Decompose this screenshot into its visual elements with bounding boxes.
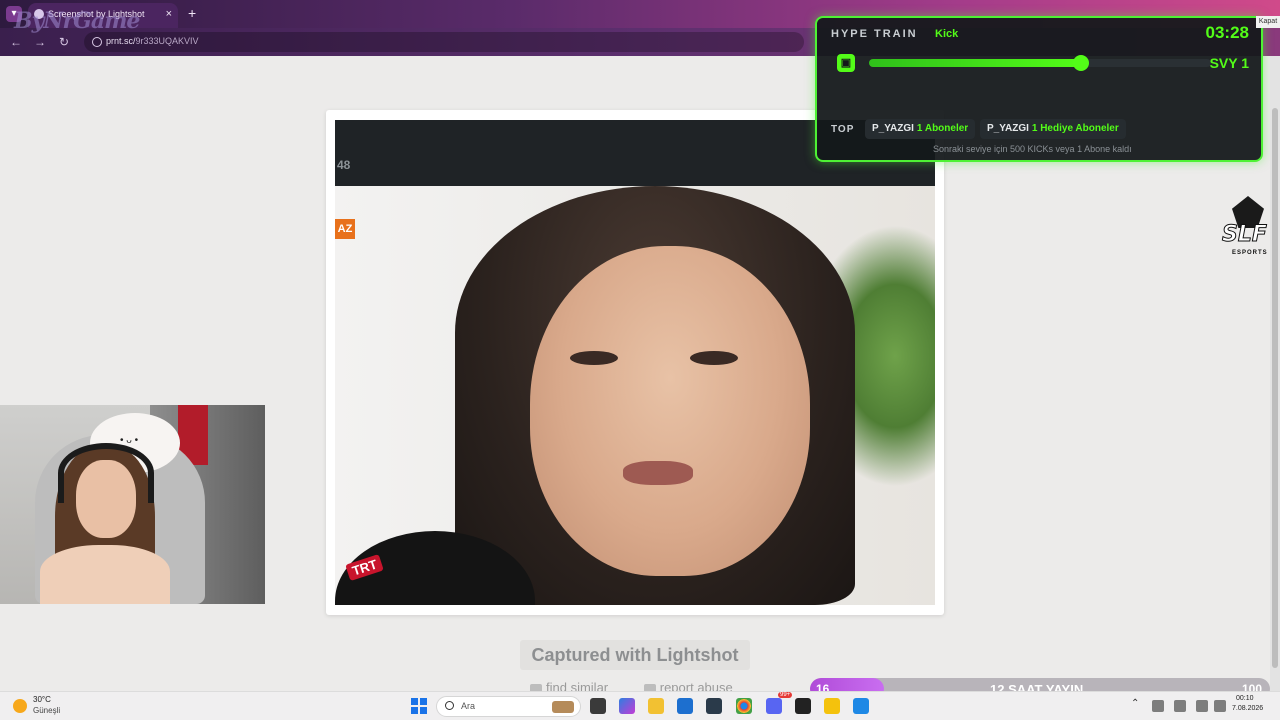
file-explorer-icon[interactable]: [648, 698, 664, 714]
webcam-overlay: • ᴗ •: [0, 405, 265, 604]
hype-top-label: TOP: [831, 124, 855, 135]
team-logo-text: SLF: [1222, 222, 1268, 248]
image-top-bar-text: 48: [337, 158, 351, 172]
search-icon: [445, 701, 454, 710]
contributor-info: 1 Hediye Aboneler: [1031, 123, 1119, 134]
volume-icon[interactable]: [1214, 700, 1226, 712]
lightshot-icon[interactable]: [853, 698, 869, 714]
stream-watermark-logo: ByNrGame: [14, 8, 140, 34]
hype-train-title: HYPE TRAIN: [831, 28, 918, 40]
tray-chevron-icon[interactable]: ⌃: [1131, 698, 1139, 709]
contributor-user: P_YAZGI: [872, 123, 914, 134]
hype-progress-knob: [1073, 55, 1090, 71]
site-info-icon[interactable]: [92, 37, 102, 47]
headset-icon: [58, 443, 154, 503]
microphone-icon[interactable]: [1174, 700, 1186, 712]
image-face: [530, 246, 810, 576]
scrollbar-thumb[interactable]: [1272, 108, 1278, 668]
reload-icon[interactable]: ↻: [56, 34, 72, 50]
back-icon[interactable]: ←: [8, 34, 24, 50]
weather-description[interactable]: Güneşli: [33, 706, 60, 715]
clock-time[interactable]: 00:10: [1236, 695, 1254, 702]
image-right-eye: [690, 351, 738, 365]
taskbar: 30°C Güneşli Ara 99+ ⌃ 00:10 7.08.2026: [0, 691, 1280, 720]
search-highlight-icon: [552, 701, 574, 713]
windows-start-icon[interactable]: [411, 698, 427, 714]
forward-icon[interactable]: →: [32, 34, 48, 50]
contributor-user: P_YAZGI: [987, 123, 1029, 134]
address-bar[interactable]: prnt.sc/9r333UQAKVIV: [84, 32, 804, 52]
screenshot-card: 48 TRT AZ: [326, 110, 944, 615]
hype-train-widget: HYPE TRAIN Kick 03:28 ▣ SVY 1 TOP P_YAZG…: [815, 16, 1263, 162]
top-contributor-chip: P_YAZGI 1 Hediye Aboneler: [980, 119, 1126, 139]
url-text: prnt.sc/9r333UQAKVIV: [106, 36, 199, 46]
close-overlay-tag[interactable]: Kapat: [1256, 16, 1280, 28]
obs-icon[interactable]: [795, 698, 811, 714]
train-icon: ▣: [837, 54, 855, 72]
image-left-eye: [570, 351, 618, 365]
captured-with-lightshot-label: Captured with Lightshot: [520, 640, 750, 670]
taskbar-search-box[interactable]: Ara: [436, 696, 581, 717]
taskbar-search-placeholder: Ara: [461, 701, 476, 711]
new-tab-button[interactable]: +: [188, 5, 196, 21]
page-scrollbar[interactable]: [1270, 56, 1280, 691]
discord-notification-badge: 99+: [778, 692, 793, 698]
network-icon[interactable]: [1152, 700, 1164, 712]
discord-icon[interactable]: [766, 698, 782, 714]
tab-close-icon[interactable]: ×: [166, 3, 172, 25]
chrome-icon[interactable]: [736, 698, 752, 714]
team-logo-subtext: ESPORTS: [1232, 250, 1268, 256]
webcam-person-body: [40, 545, 170, 604]
clock-date[interactable]: 7.08.2026: [1232, 705, 1263, 712]
task-view-icon[interactable]: [590, 698, 606, 714]
store-icon[interactable]: [677, 698, 693, 714]
app-icon[interactable]: [824, 698, 840, 714]
hype-train-platform: Kick: [935, 28, 959, 40]
hype-train-timer: 03:28: [1205, 23, 1249, 42]
hype-next-level-note: Sonraki seviye için 500 KICKs veya 1 Abo…: [933, 144, 1132, 154]
contributor-info: 1 Aboneler: [916, 123, 969, 134]
hype-train-level: SVY 1: [1209, 55, 1249, 71]
microphone-logo: TRT: [345, 553, 385, 582]
hype-progress-track: [869, 55, 1211, 71]
sun-icon[interactable]: [13, 699, 27, 713]
weather-temperature[interactable]: 30°C: [33, 695, 51, 704]
copilot-icon[interactable]: [619, 698, 635, 714]
screenshot-image[interactable]: 48 TRT AZ: [335, 120, 935, 605]
image-mouth: [623, 461, 693, 485]
image-scene: TRT: [335, 186, 935, 605]
terminal-icon[interactable]: [706, 698, 722, 714]
hype-progress-fill: [869, 59, 1082, 67]
image-channel-tag: AZ: [335, 219, 355, 239]
top-contributor-chip: P_YAZGI 1 Aboneler: [865, 119, 976, 139]
wifi-icon[interactable]: [1196, 700, 1208, 712]
